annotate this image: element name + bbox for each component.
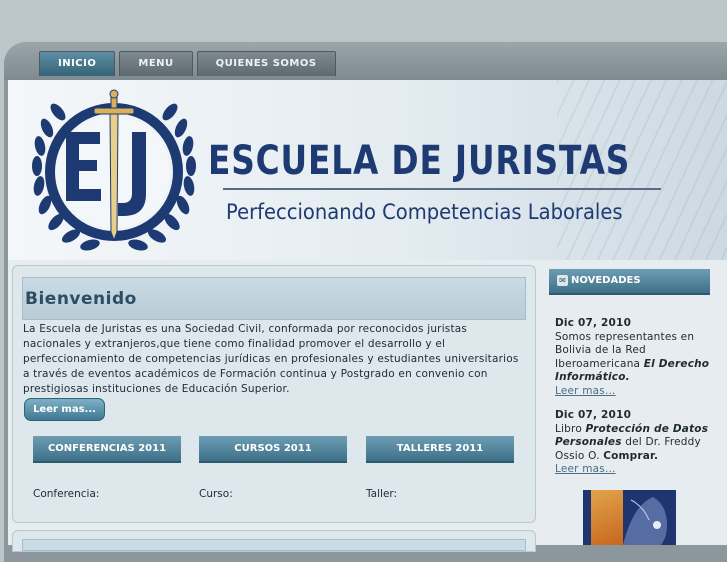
news-prefix: Libro [555,422,582,435]
news-read-more-link[interactable]: Leer mas... [555,463,616,475]
nav-tab-quienes-somos[interactable]: QUIENES SOMOS [196,51,336,76]
nav-tab-inicio[interactable]: INICIO [39,51,116,76]
nav-tab-menu[interactable]: MENU [119,51,193,76]
read-more-button[interactable]: Leer mas... [24,398,105,421]
school-logo [32,89,196,251]
workshops-button[interactable]: TALLERES 2011 [366,436,514,463]
news-item: Dic 07, 2010 Libro Protección de Datos P… [555,409,715,477]
header-banner: ESCUELA DE JURISTAS Perfeccionando Compe… [8,80,727,260]
site-subtitle: Perfeccionando Competencias Laborales [226,200,623,224]
course-caption: Curso: [199,488,233,500]
courses-button[interactable]: CURSOS 2011 [199,436,347,463]
book-cover-art [623,497,667,545]
main-nav: INICIO MENU QUIENES SOMOS [39,51,336,76]
news-read-more-link[interactable]: Leer mas... [555,385,616,397]
news-buy: Comprar. [603,449,659,462]
news-item: Dic 07, 2010 Somos representantes en Bol… [555,317,715,398]
book-cover-image[interactable] [583,490,676,545]
news-title: NOVEDADES [571,275,641,286]
conferences-button[interactable]: CONFERENCIAS 2011 [33,436,181,463]
news-date: Dic 07, 2010 [555,409,632,421]
welcome-title: Bienvenido [25,289,137,309]
news-icon: ✉ [557,275,568,286]
welcome-body: La Escuela de Juristas es una Sociedad C… [23,323,519,395]
conference-caption: Conferencia: [33,488,100,500]
site-title: ESCUELA DE JURISTAS [208,138,631,184]
secondary-panel-header [22,539,526,551]
title-divider [223,188,661,190]
news-date: Dic 07, 2010 [555,317,632,329]
workshop-caption: Taller: [366,488,398,500]
